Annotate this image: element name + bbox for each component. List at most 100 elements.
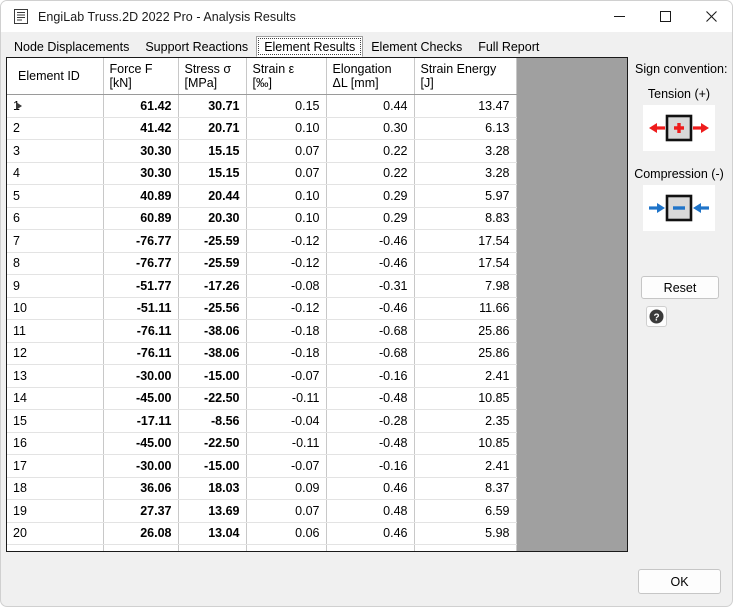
cell-element-id[interactable]: 17 xyxy=(7,454,104,478)
cell-element-id[interactable]: 2 xyxy=(7,117,104,140)
cell-strain[interactable]: 0.09 xyxy=(246,477,327,500)
table-row[interactable]: 1 61.42 30.71 0.15 0.44 13.47 xyxy=(7,94,517,118)
cell-stress[interactable]: -15.00 xyxy=(178,454,247,478)
cell-strain[interactable]: -0.11 xyxy=(246,432,327,455)
cell-strain[interactable]: -0.07 xyxy=(246,364,327,388)
cell-elongation[interactable]: 0.48 xyxy=(326,499,415,523)
table-row[interactable]: 2 41.42 20.71 0.10 0.30 6.13 xyxy=(7,117,517,140)
element-results-grid[interactable]: Element ID Force F [kN] Stress σ [MPa] Str… xyxy=(6,57,628,552)
column-header-stress[interactable]: Stress σ [MPa] xyxy=(178,58,247,95)
cell-elongation[interactable]: -0.28 xyxy=(326,409,415,433)
cell-elongation[interactable]: 0.44 xyxy=(326,94,415,118)
cell-force[interactable]: -30.00 xyxy=(103,364,179,388)
cell-elongation[interactable]: 0.22 xyxy=(326,162,415,185)
table-row[interactable]: 2136.0618.030.090.468.37 xyxy=(7,544,517,551)
column-header-strain-energy[interactable]: Strain Energy [J] xyxy=(414,58,517,95)
cell-strain-energy[interactable]: 5.98 xyxy=(414,522,517,545)
table-row[interactable]: 9 -51.77 -17.26 -0.08 -0.31 7.98 xyxy=(7,274,517,298)
table-row[interactable]: 5 40.89 20.44 0.10 0.29 5.97 xyxy=(7,184,517,208)
cell-force[interactable]: 40.89 xyxy=(103,184,179,208)
cell-force[interactable]: -76.11 xyxy=(103,342,179,365)
cell-stress[interactable]: 18.03 xyxy=(178,544,247,551)
maximize-button[interactable] xyxy=(642,1,688,32)
cell-strain[interactable]: 0.10 xyxy=(246,117,327,140)
cell-element-id[interactable]: 5 xyxy=(7,184,104,208)
cell-strain[interactable]: 0.07 xyxy=(246,162,327,185)
cell-elongation[interactable]: -0.46 xyxy=(326,229,415,253)
cell-strain-energy[interactable]: 17.54 xyxy=(414,252,517,275)
cell-force[interactable]: -45.00 xyxy=(103,432,179,455)
cell-stress[interactable]: -25.59 xyxy=(178,229,247,253)
cell-strain[interactable]: -0.12 xyxy=(246,229,327,253)
cell-element-id[interactable]: 4 xyxy=(7,162,104,185)
cell-element-id[interactable]: 18 xyxy=(7,477,104,500)
cell-stress[interactable]: 15.15 xyxy=(178,162,247,185)
tab-full-report[interactable]: Full Report xyxy=(470,36,547,57)
cell-strain-energy[interactable]: 13.47 xyxy=(414,94,517,118)
cell-element-id[interactable]: 19 xyxy=(7,499,104,523)
cell-elongation[interactable]: 0.46 xyxy=(326,544,415,551)
table-row[interactable]: 15 -17.11 -8.56 -0.04 -0.28 2.35 xyxy=(7,409,517,433)
cell-strain-energy[interactable]: 10.85 xyxy=(414,432,517,455)
cell-strain[interactable]: -0.12 xyxy=(246,297,327,320)
ok-button[interactable]: OK xyxy=(638,569,721,594)
table-row[interactable]: 20 26.08 13.04 0.06 0.46 5.98 xyxy=(7,522,517,545)
cell-strain-energy[interactable]: 11.66 xyxy=(414,297,517,320)
cell-elongation[interactable]: -0.48 xyxy=(326,432,415,455)
cell-force[interactable]: 30.30 xyxy=(103,139,179,163)
cell-strain-energy[interactable]: 25.86 xyxy=(414,319,517,343)
cell-element-id[interactable]: 20 xyxy=(7,522,104,545)
cell-stress[interactable]: 13.69 xyxy=(178,499,247,523)
cell-elongation[interactable]: -0.16 xyxy=(326,364,415,388)
cell-elongation[interactable]: -0.46 xyxy=(326,297,415,320)
cell-force[interactable]: -76.77 xyxy=(103,229,179,253)
cell-elongation[interactable]: 0.29 xyxy=(326,207,415,230)
cell-stress[interactable]: -25.59 xyxy=(178,252,247,275)
table-row[interactable]: 8 -76.77 -25.59 -0.12 -0.46 17.54 xyxy=(7,252,517,275)
column-header-element-id[interactable]: Element ID xyxy=(7,58,104,95)
cell-strain-energy[interactable]: 8.83 xyxy=(414,207,517,230)
tab-element-results[interactable]: Element Results xyxy=(256,36,364,57)
cell-element-id[interactable]: 1 xyxy=(7,94,104,118)
cell-elongation[interactable]: 0.46 xyxy=(326,522,415,545)
cell-stress[interactable]: 13.04 xyxy=(178,522,247,545)
cell-strain[interactable]: 0.09 xyxy=(246,544,327,551)
cell-elongation[interactable]: -0.68 xyxy=(326,319,415,343)
cell-strain-energy[interactable]: 7.98 xyxy=(414,274,517,298)
cell-strain-energy[interactable]: 3.28 xyxy=(414,162,517,185)
cell-element-id[interactable]: 16 xyxy=(7,432,104,455)
cell-force[interactable]: -45.00 xyxy=(103,387,179,410)
cell-stress[interactable]: 15.15 xyxy=(178,139,247,163)
cell-strain[interactable]: 0.10 xyxy=(246,184,327,208)
table-row[interactable]: 14 -45.00 -22.50 -0.11 -0.48 10.85 xyxy=(7,387,517,410)
cell-strain-energy[interactable]: 2.41 xyxy=(414,454,517,478)
cell-elongation[interactable]: 0.29 xyxy=(326,184,415,208)
cell-strain[interactable]: 0.07 xyxy=(246,139,327,163)
cell-strain[interactable]: -0.11 xyxy=(246,387,327,410)
cell-force[interactable]: 26.08 xyxy=(103,522,179,545)
cell-stress[interactable]: -22.50 xyxy=(178,432,247,455)
cell-element-id[interactable]: 9 xyxy=(7,274,104,298)
cell-elongation[interactable]: -0.46 xyxy=(326,252,415,275)
cell-element-id[interactable]: 6 xyxy=(7,207,104,230)
cell-strain[interactable]: -0.07 xyxy=(246,454,327,478)
cell-elongation[interactable]: -0.68 xyxy=(326,342,415,365)
cell-strain-energy[interactable]: 6.13 xyxy=(414,117,517,140)
cell-strain[interactable]: -0.18 xyxy=(246,342,327,365)
cell-strain-energy[interactable]: 8.37 xyxy=(414,477,517,500)
tab-node-displacements[interactable]: Node Displacements xyxy=(6,36,137,57)
cell-force[interactable]: -51.77 xyxy=(103,274,179,298)
cell-force[interactable]: -76.77 xyxy=(103,252,179,275)
cell-strain-energy[interactable]: 2.41 xyxy=(414,364,517,388)
cell-stress[interactable]: -8.56 xyxy=(178,409,247,433)
cell-strain-energy[interactable]: 2.35 xyxy=(414,409,517,433)
tab-support-reactions[interactable]: Support Reactions xyxy=(137,36,256,57)
cell-elongation[interactable]: -0.16 xyxy=(326,454,415,478)
help-button[interactable]: ? xyxy=(646,306,667,327)
cell-elongation[interactable]: 0.22 xyxy=(326,139,415,163)
table-row[interactable]: 3 30.30 15.15 0.07 0.22 3.28 xyxy=(7,139,517,163)
cell-element-id[interactable]: 14 xyxy=(7,387,104,410)
cell-strain[interactable]: -0.04 xyxy=(246,409,327,433)
cell-elongation[interactable]: 0.30 xyxy=(326,117,415,140)
cell-force[interactable]: -17.11 xyxy=(103,409,179,433)
